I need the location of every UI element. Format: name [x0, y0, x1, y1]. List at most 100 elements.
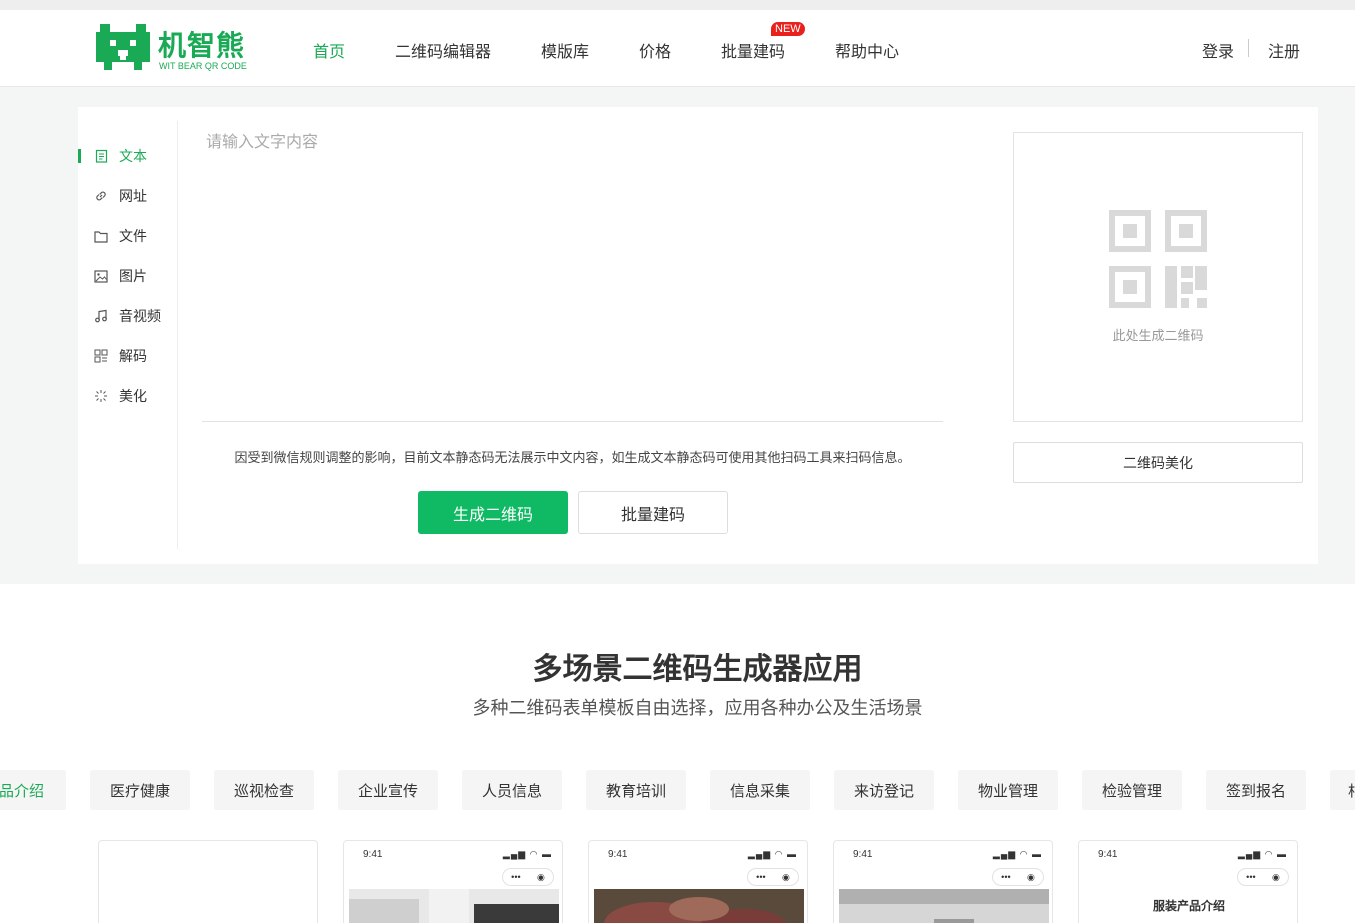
template-card[interactable]: 9:41 ▂▄▆ ◠ ▬ ••• ◉ — [343, 840, 563, 923]
tab-label: 信息采集 — [729, 782, 790, 800]
template-card[interactable]: 9:41 ▂▄▆ ◠ ▬ ••• ◉ 服装产品介绍 — [1078, 840, 1298, 923]
sidebar-item-label: 网址 — [119, 188, 147, 204]
more-icon: ••• — [1001, 872, 1011, 882]
tab-label: 签到报名 — [1225, 782, 1286, 800]
sidebar-item-label: 文本 — [119, 148, 147, 164]
phone-status-icon: ▂▄▆ ◠ ▬ — [502, 849, 552, 859]
nav-templates[interactable]: 模版库 — [541, 38, 589, 62]
site-header: 机智熊 WIT BEAR QR CODE 首页 二维码编辑器 模版库 价格 批量… — [0, 10, 1355, 87]
tab-label: 教育培训 — [605, 782, 666, 800]
tab-label: 巡视检查 — [233, 782, 294, 800]
wechat-notice: 因受到微信规则调整的影响，目前文本静态码无法展示中文内容，如生成文本静态码可使用… — [234, 450, 911, 465]
close-circle-icon: ◉ — [536, 871, 545, 882]
generate-qr-button[interactable]: 生成二维码 — [418, 491, 568, 534]
generator-panel: 文本 网址 文件 图片 音视频 解码 美化 请输入文字内容 因受到微信规则调整的… — [78, 107, 1318, 564]
tab-more[interactable]: 相 — [1330, 770, 1355, 810]
more-icon: ••• — [756, 872, 766, 882]
sidebar-item-label: 美化 — [119, 388, 147, 404]
login-link[interactable]: 登录 — [1202, 38, 1234, 62]
phone-time: 9:41 — [1098, 849, 1118, 860]
tab-education[interactable]: 教育培训 — [586, 770, 686, 810]
link-icon — [94, 189, 108, 203]
folder-icon — [94, 229, 108, 243]
tab-enterprise[interactable]: 企业宣传 — [338, 770, 438, 810]
logo[interactable]: 机智熊 WIT BEAR QR CODE — [96, 24, 256, 72]
content-type-sidebar: 文本 网址 文件 图片 音视频 解码 美化 — [78, 121, 178, 549]
sidebar-item-label: 音视频 — [119, 308, 161, 324]
tab-testing[interactable]: 检验管理 — [1082, 770, 1182, 810]
browser-top-strip — [0, 0, 1355, 10]
qr-preview-hint: 此处生成二维码 — [1112, 328, 1204, 343]
card-title: 服装产品介绍 — [1152, 899, 1225, 913]
qr-placeholder-icon — [1109, 210, 1207, 308]
image-icon — [94, 269, 108, 283]
sidebar-item-decode[interactable]: 解码 — [78, 336, 178, 376]
logo-tagline: WIT BEAR QR CODE — [159, 61, 247, 71]
tab-label: 相 — [1348, 780, 1355, 801]
tab-label: 人员信息 — [481, 782, 542, 800]
miniapp-capsule: ••• ◉ — [1237, 868, 1289, 886]
tab-visitor[interactable]: 来访登记 — [834, 770, 934, 810]
sidebar-item-audio-video[interactable]: 音视频 — [78, 296, 178, 336]
tab-info-collect[interactable]: 信息采集 — [710, 770, 810, 810]
tab-label: 检验管理 — [1101, 782, 1162, 800]
template-card[interactable] — [98, 840, 318, 923]
tab-personnel[interactable]: 人员信息 — [462, 770, 562, 810]
tab-property[interactable]: 物业管理 — [958, 770, 1058, 810]
logo-name: 机智熊 — [158, 30, 246, 61]
bear-logo-icon — [96, 24, 150, 70]
tab-label: 来访登记 — [853, 782, 914, 800]
text-content-input[interactable] — [202, 122, 943, 422]
nav-pricing[interactable]: 价格 — [639, 38, 671, 62]
nav-batch[interactable]: 批量建码 — [721, 38, 785, 62]
scenes-subtitle: 多种二维码表单模板自由选择，应用各种办公及生活场景 — [472, 698, 923, 718]
phone-time: 9:41 — [853, 849, 873, 860]
more-icon: ••• — [511, 872, 521, 882]
nav-qr-editor[interactable]: 二维码编辑器 — [395, 38, 491, 62]
batch-create-button[interactable]: 批量建码 — [578, 491, 728, 534]
tab-medical[interactable]: 医疗健康 — [90, 770, 190, 810]
phone-status-icon: ▂▄▆ ◠ ▬ — [1237, 849, 1287, 859]
tab-product-intro[interactable]: 产品介绍 — [0, 770, 66, 810]
qr-beautify-button[interactable]: 二维码美化 — [1013, 442, 1303, 483]
register-link[interactable]: 注册 — [1268, 38, 1300, 62]
miniapp-capsule: ••• ◉ — [502, 868, 554, 886]
music-icon — [94, 309, 108, 323]
qr-preview: 此处生成二维码 — [1013, 132, 1303, 422]
miniapp-capsule: ••• ◉ — [992, 868, 1044, 886]
phone-status-icon: ▂▄▆ ◠ ▬ — [992, 849, 1042, 859]
new-badge: NEW — [771, 22, 805, 36]
more-icon: ••• — [1246, 872, 1256, 882]
sidebar-item-image[interactable]: 图片 — [78, 256, 178, 296]
nav-help[interactable]: 帮助中心 — [835, 38, 899, 62]
product-photo — [839, 889, 1049, 923]
tab-label: 产品介绍 — [0, 782, 44, 800]
sparkle-icon — [94, 389, 108, 403]
sidebar-item-beautify[interactable]: 美化 — [78, 376, 178, 416]
tab-inspection[interactable]: 巡视检查 — [214, 770, 314, 810]
auth-divider — [1248, 39, 1249, 57]
template-card[interactable]: 9:41 ▂▄▆ ◠ ▬ ••• ◉ — [833, 840, 1053, 923]
phone-time: 9:41 — [608, 849, 628, 860]
phone-status-icon: ▂▄▆ ◠ ▬ — [747, 849, 797, 859]
sidebar-item-file[interactable]: 文件 — [78, 216, 178, 256]
tab-label: 医疗健康 — [109, 782, 170, 800]
nav-home[interactable]: 首页 — [313, 38, 345, 62]
close-circle-icon: ◉ — [1026, 871, 1035, 882]
meat-photo — [594, 889, 804, 923]
template-card[interactable]: 9:41 ▂▄▆ ◠ ▬ ••• ◉ — [588, 840, 808, 923]
phone-time: 9:41 — [363, 849, 383, 860]
close-circle-icon: ◉ — [1271, 871, 1280, 882]
miniapp-capsule: ••• ◉ — [747, 868, 799, 886]
grid-icon — [94, 349, 108, 363]
kitchen-photo — [349, 889, 559, 923]
sidebar-item-label: 图片 — [119, 268, 147, 284]
tab-signin[interactable]: 签到报名 — [1206, 770, 1306, 810]
sidebar-item-text[interactable]: 文本 — [78, 136, 178, 176]
tab-label: 企业宣传 — [357, 782, 418, 800]
scene-category-tabs: 产品介绍 医疗健康 巡视检查 企业宣传 人员信息 教育培训 信息采集 来访登记 … — [0, 770, 1355, 810]
sidebar-item-label: 文件 — [119, 228, 147, 244]
sidebar-item-label: 解码 — [119, 348, 147, 364]
scenes-title: 多场景二维码生成器应用 — [532, 653, 863, 686]
sidebar-item-url[interactable]: 网址 — [78, 176, 178, 216]
